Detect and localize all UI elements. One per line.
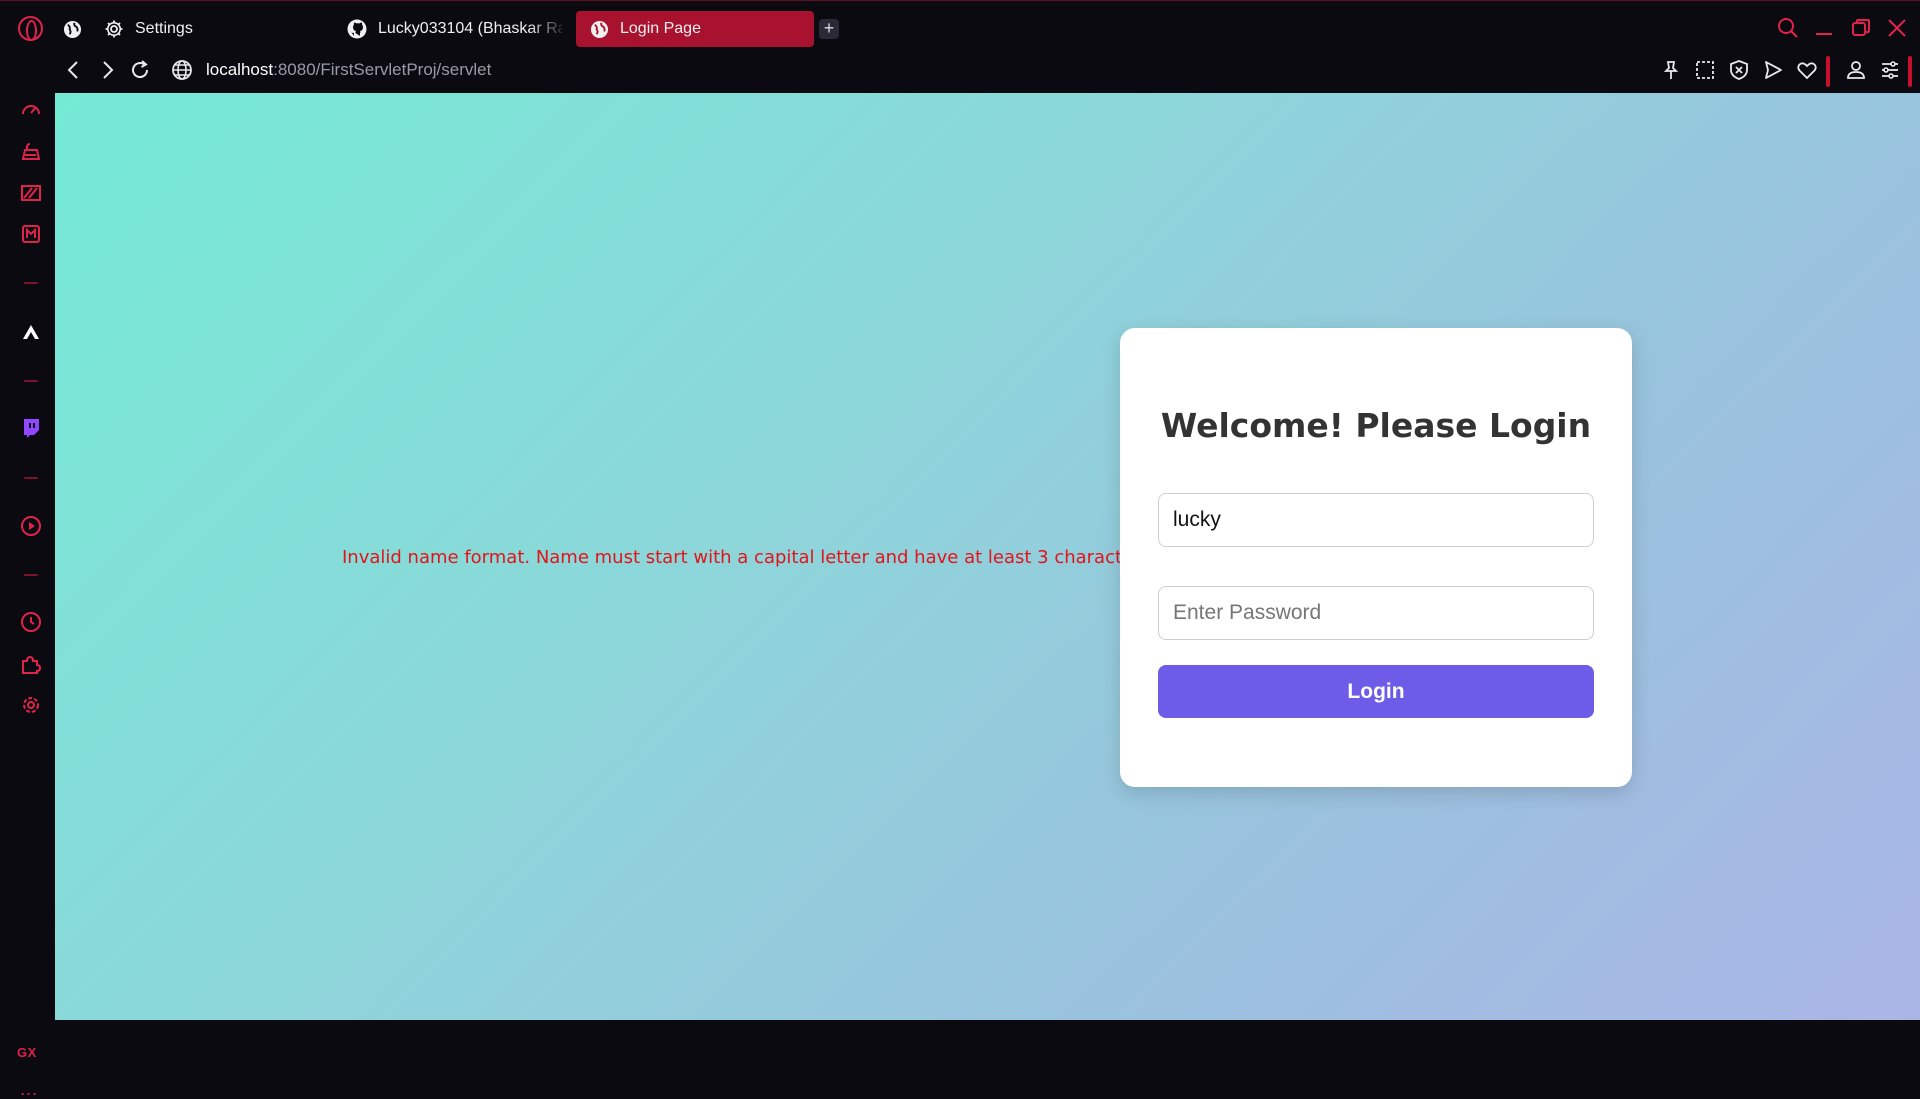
gmail-icon[interactable] [19, 222, 43, 246]
tab-label: Lucky033104 (Bhaskar Ra [378, 20, 562, 37]
site-info-globe-icon[interactable] [171, 59, 193, 81]
aria-icon[interactable] [19, 320, 43, 344]
forward-icon[interactable] [96, 59, 118, 81]
toolbar-divider [1908, 56, 1912, 87]
username-input[interactable] [1158, 493, 1594, 547]
tab-search-icon[interactable] [1777, 17, 1799, 39]
sidebar-divider [24, 282, 38, 284]
adblock-shield-icon[interactable] [1728, 59, 1750, 81]
tab-strip: Settings Lucky033104 (Bhaskar Ra Login P… [0, 1, 1920, 57]
tab-github[interactable]: Lucky033104 (Bhaskar Ra [347, 11, 562, 47]
send-icon[interactable] [1762, 59, 1784, 81]
url-host: localhost [206, 60, 274, 79]
music-player-icon[interactable] [19, 514, 43, 538]
globe-icon [589, 19, 609, 39]
login-heading: Welcome! Please Login [1160, 406, 1592, 445]
password-input[interactable] [1158, 586, 1594, 640]
sidebar-divider [24, 574, 38, 576]
pinned-tab-globe-icon[interactable] [63, 20, 82, 39]
settings-icon[interactable] [19, 693, 43, 717]
sidebar-divider [24, 380, 38, 382]
sidebar-divider [24, 477, 38, 479]
snapshot-icon[interactable] [1694, 59, 1716, 81]
url-path: :8080/FirstServletProj/servlet [273, 60, 492, 79]
speed-dial-icon[interactable] [19, 98, 43, 122]
new-tab-button[interactable]: + [819, 19, 839, 39]
tab-label: Settings [135, 20, 193, 37]
toolbar-divider [1826, 56, 1830, 87]
gx-control-button[interactable]: GX [17, 1045, 37, 1060]
history-icon[interactable] [19, 610, 43, 634]
pin-icon[interactable] [1660, 59, 1682, 81]
easy-setup-icon[interactable] [1879, 59, 1901, 81]
page-viewport: Invalid name format. Name must start wit… [55, 93, 1920, 1020]
close-window-icon[interactable] [1886, 17, 1908, 39]
minimize-icon[interactable] [1813, 17, 1835, 39]
tab-label: Login Page [620, 20, 701, 37]
heart-icon[interactable] [1796, 59, 1818, 81]
player-icon[interactable] [19, 181, 43, 205]
tab-settings[interactable]: Settings [104, 11, 324, 47]
opera-menu-icon[interactable] [18, 16, 43, 41]
browser-toolbar: Settings Lucky033104 (Bhaskar Ra Login P… [0, 0, 1920, 93]
login-card: Welcome! Please Login Login [1120, 328, 1632, 787]
login-button[interactable]: Login [1158, 665, 1594, 718]
twitch-icon[interactable] [19, 416, 43, 440]
reload-icon[interactable] [129, 59, 151, 81]
gear-icon [104, 19, 124, 39]
profile-icon[interactable] [1845, 59, 1867, 81]
sidebar: GX ... [0, 93, 55, 1098]
back-icon[interactable] [63, 59, 85, 81]
github-icon [347, 19, 367, 39]
validation-error-message: Invalid name format. Name must start wit… [342, 547, 1156, 568]
shopping-icon[interactable] [19, 140, 43, 164]
sidebar-more-button[interactable]: ... [20, 1080, 38, 1098]
address-field[interactable]: localhost:8080/FirstServletProj/servlet [206, 60, 491, 80]
restore-icon[interactable] [1850, 17, 1872, 39]
tab-login-page[interactable]: Login Page [576, 11, 814, 47]
extensions-icon[interactable] [19, 652, 43, 676]
